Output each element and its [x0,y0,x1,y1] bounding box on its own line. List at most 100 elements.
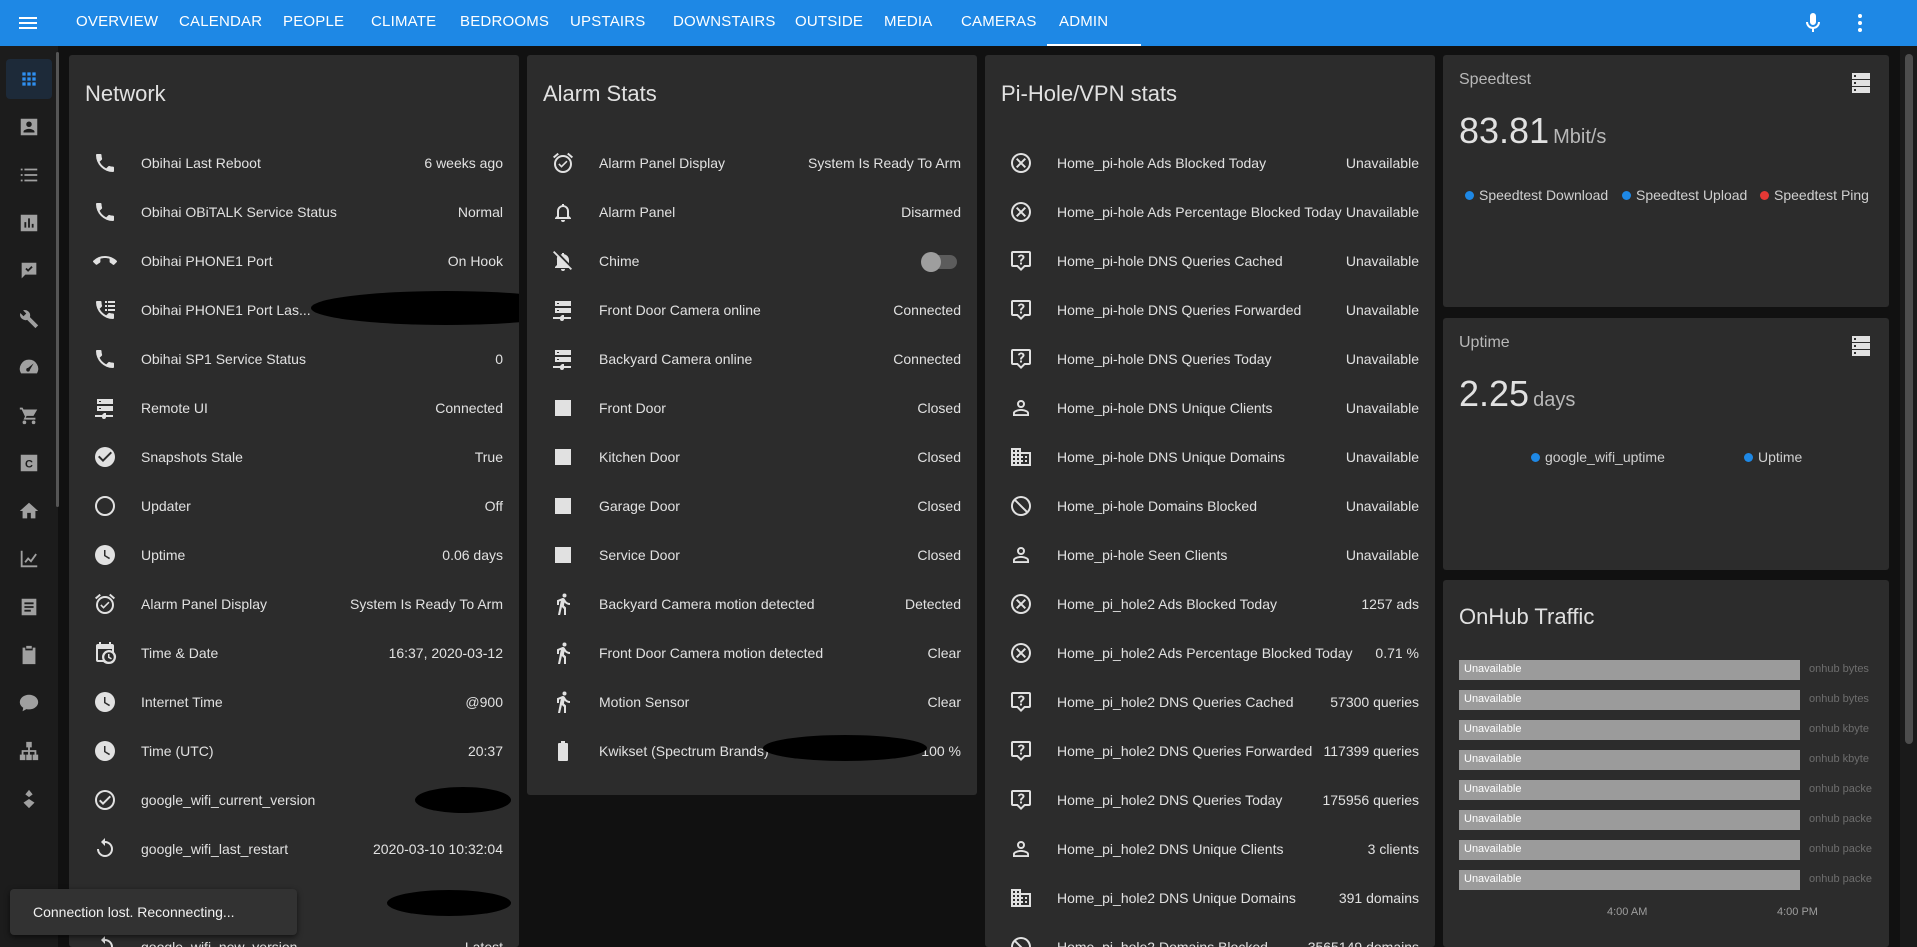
timeline-bar[interactable]: Unavailable [1459,750,1800,770]
tab-media[interactable]: MEDIA [884,0,961,46]
sidebar-item-tools[interactable] [14,304,44,334]
entity-row[interactable]: Home_pi-hole DNS Queries Cached Unavailab… [1001,241,1419,281]
entity-row[interactable]: Home_pi_hole2 Ads Percentage Blocked Tod… [1001,633,1419,673]
sidebar-item-badge[interactable] [14,112,44,142]
entity-row[interactable]: Home_pi_hole2 DNS Unique Domains 391 doma… [1001,878,1419,918]
entity-row[interactable]: Home_pi-hole Domains Blocked Unavailable [1001,486,1419,526]
entity-row[interactable]: Alarm Panel Display System Is Ready To Ar… [543,143,961,183]
timeline-row[interactable]: Unavailable onhub packe [1459,870,1872,890]
server-icon[interactable] [1849,71,1873,95]
entity-row[interactable]: Time & Date 16:37, 2020-03-12 [85,633,503,673]
sidebar-item-history[interactable] [14,208,44,238]
sidebar-item-chat[interactable] [14,688,44,718]
entity-row[interactable]: Internet Time @900 [85,682,503,722]
timeline-row[interactable]: Unavailable onhub bytes [1459,690,1869,710]
sidebar-item-hacs[interactable] [14,784,44,814]
sidebar-item-graph[interactable] [14,544,44,574]
sidebar-scrollbar[interactable] [56,52,59,507]
timeline-row[interactable]: Unavailable onhub kbyte [1459,720,1869,740]
entity-row[interactable]: Kitchen Door Closed [543,437,961,477]
scrollbar-thumb[interactable] [1905,54,1913,744]
entity-row[interactable]: Home_pi_hole2 Domains Blocked 3565149 dom… [1001,927,1419,947]
timeline-bar[interactable]: Unavailable [1459,660,1800,680]
sidebar-item-overview[interactable] [6,59,52,99]
entity-row[interactable]: Uptime 0.06 days [85,535,503,575]
sidebar-item-clipboard[interactable] [14,640,44,670]
sidebar-item-shopping[interactable] [14,400,44,430]
sidebar-item-list[interactable] [14,160,44,190]
tab-people[interactable]: PEOPLE [283,0,371,46]
entity-row[interactable]: Obihai SP1 Service Status 0 [85,339,503,379]
entity-row[interactable]: Obihai OBiTALK Service Status Normal [85,192,503,232]
entity-row[interactable]: Garage Door Closed [543,486,961,526]
entity-row[interactable]: Home_pi-hole Seen Clients Unavailable [1001,535,1419,575]
page-scrollbar[interactable] [1900,46,1917,947]
entity-row[interactable]: Updater Off [85,486,503,526]
legend-item[interactable]: google_wifi_uptime [1531,449,1665,465]
entity-row[interactable]: Snapshots Stale True [85,437,503,477]
timeline-row[interactable]: Unavailable onhub kbyte [1459,750,1869,770]
tab-cameras[interactable]: CAMERAS [961,0,1059,46]
entity-row[interactable]: Home_pi_hole2 DNS Unique Clients 3 client… [1001,829,1419,869]
entity-row[interactable]: Front Door Closed [543,388,961,428]
sidebar-item-log[interactable] [14,592,44,622]
entity-row[interactable]: Obihai Last Reboot 6 weeks ago [85,143,503,183]
entity-row[interactable]: Home_pi-hole DNS Queries Forwarded Unavai… [1001,290,1419,330]
server-icon[interactable] [1849,334,1873,358]
sidebar-item-c[interactable]: C [14,448,44,478]
timeline-row[interactable]: Unavailable onhub packe [1459,840,1872,860]
timeline-bar[interactable]: Unavailable [1459,810,1800,830]
chime-toggle[interactable] [921,252,957,272]
sidebar-item-speed[interactable] [14,352,44,382]
tab-climate[interactable]: CLIMATE [371,0,460,46]
sidebar-item-network[interactable] [14,736,44,766]
menu-icon[interactable] [16,11,40,35]
entity-row[interactable]: google_wifi_last_restart 2020-03-10 10:32… [85,829,503,869]
timeline-bar[interactable]: Unavailable [1459,720,1800,740]
entity-row[interactable]: Home_pi-hole DNS Unique Clients Unavailab… [1001,388,1419,428]
tab-outside[interactable]: OUTSIDE [795,0,884,46]
more-vertical-icon[interactable] [1848,11,1872,35]
tab-downstairs[interactable]: DOWNSTAIRS [673,0,795,46]
timeline-bar[interactable]: Unavailable [1459,780,1800,800]
tab-admin[interactable]: ADMIN [1047,0,1141,46]
legend-item[interactable]: Speedtest Download [1465,187,1608,203]
entity-row[interactable]: Home_pi-hole Ads Percentage Blocked Toda… [1001,192,1419,232]
tab-calendar[interactable]: CALENDAR [179,0,283,46]
entity-row[interactable]: Remote UI Connected [85,388,503,428]
entity-row[interactable]: Obihai PHONE1 Port On Hook [85,241,503,281]
tab-overview[interactable]: OVERVIEW [76,0,179,46]
entity-row[interactable]: Alarm Panel Disarmed [543,192,961,232]
legend-item[interactable]: Uptime [1744,449,1802,465]
entity-row[interactable]: Home_pi_hole2 DNS Queries Forwarded 11739… [1001,731,1419,771]
entity-row[interactable]: Front Door Camera online Connected [543,290,961,330]
tab-bedrooms[interactable]: BEDROOMS [460,0,570,46]
timeline-bar[interactable]: Unavailable [1459,690,1800,710]
timeline-row[interactable]: Unavailable onhub packe [1459,810,1872,830]
speedtest-card[interactable]: Speedtest 83.81 Mbit/s Speedtest Download… [1443,55,1889,307]
entity-row[interactable]: Service Door Closed [543,535,961,575]
entity-row[interactable]: Home_pi-hole DNS Unique Domains Unavailab… [1001,437,1419,477]
uptime-card[interactable]: Uptime 2.25 days google_wifi_uptime Uptim… [1443,318,1889,570]
sidebar-item-logbook[interactable] [14,256,44,286]
entity-row[interactable]: Home_pi_hole2 DNS Queries Cached 57300 qu… [1001,682,1419,722]
entity-row[interactable]: Home_pi-hole Ads Blocked Today Unavailabl… [1001,143,1419,183]
entity-row[interactable]: Backyard Camera online Connected [543,339,961,379]
entity-row[interactable]: Chime [543,241,961,281]
entity-row[interactable]: Home_pi-hole DNS Queries Today Unavailabl… [1001,339,1419,379]
tab-upstairs[interactable]: UPSTAIRS [570,0,673,46]
timeline-row[interactable]: Unavailable onhub packe [1459,780,1872,800]
entity-row[interactable]: Home_pi_hole2 DNS Queries Today 175956 qu… [1001,780,1419,820]
entity-row[interactable]: Time (UTC) 20:37 [85,731,503,771]
entity-row[interactable]: Home_pi_hole2 Ads Blocked Today 1257 ads [1001,584,1419,624]
timeline-bar[interactable]: Unavailable [1459,870,1800,890]
entity-row[interactable]: Backyard Camera motion detected Detected [543,584,961,624]
entity-row[interactable]: Front Door Camera motion detected Clear [543,633,961,673]
sidebar-item-home[interactable] [14,496,44,526]
timeline-row[interactable]: Unavailable onhub bytes [1459,660,1869,680]
entity-row[interactable]: Motion Sensor Clear [543,682,961,722]
timeline-bar[interactable]: Unavailable [1459,840,1800,860]
legend-item[interactable]: Speedtest Ping [1760,187,1869,203]
legend-item[interactable]: Speedtest Upload [1622,187,1747,203]
microphone-icon[interactable] [1801,11,1825,35]
